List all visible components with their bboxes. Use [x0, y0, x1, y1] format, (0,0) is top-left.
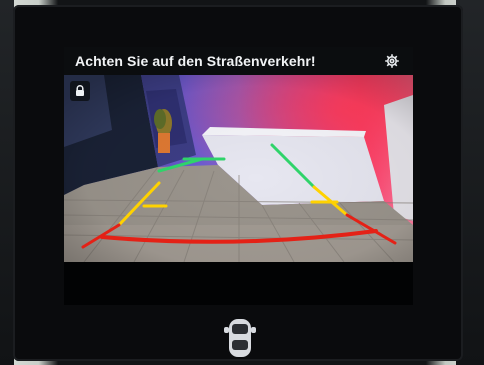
camera-lock-button[interactable]: [70, 81, 90, 101]
settings-gear-icon: [385, 54, 399, 68]
car-top-view-icon: [224, 319, 256, 357]
rear-camera-screen: Achten Sie auf den Straßenverkehr!: [64, 47, 413, 305]
rear-camera-view: [64, 75, 413, 262]
camera-lock-icon: [76, 85, 84, 96]
camera-scene: [64, 75, 413, 262]
traffic-warning-text: Achten Sie auf den Straßenverkehr!: [75, 53, 316, 69]
camera-header: Achten Sie auf den Straßenverkehr!: [64, 47, 413, 75]
vehicle-infotainment-photo: Achten Sie auf den Straßenverkehr!: [0, 0, 484, 365]
settings-button[interactable]: [383, 52, 401, 70]
dashboard-left-trim: [0, 0, 14, 365]
camera-lower-band: [64, 262, 413, 305]
